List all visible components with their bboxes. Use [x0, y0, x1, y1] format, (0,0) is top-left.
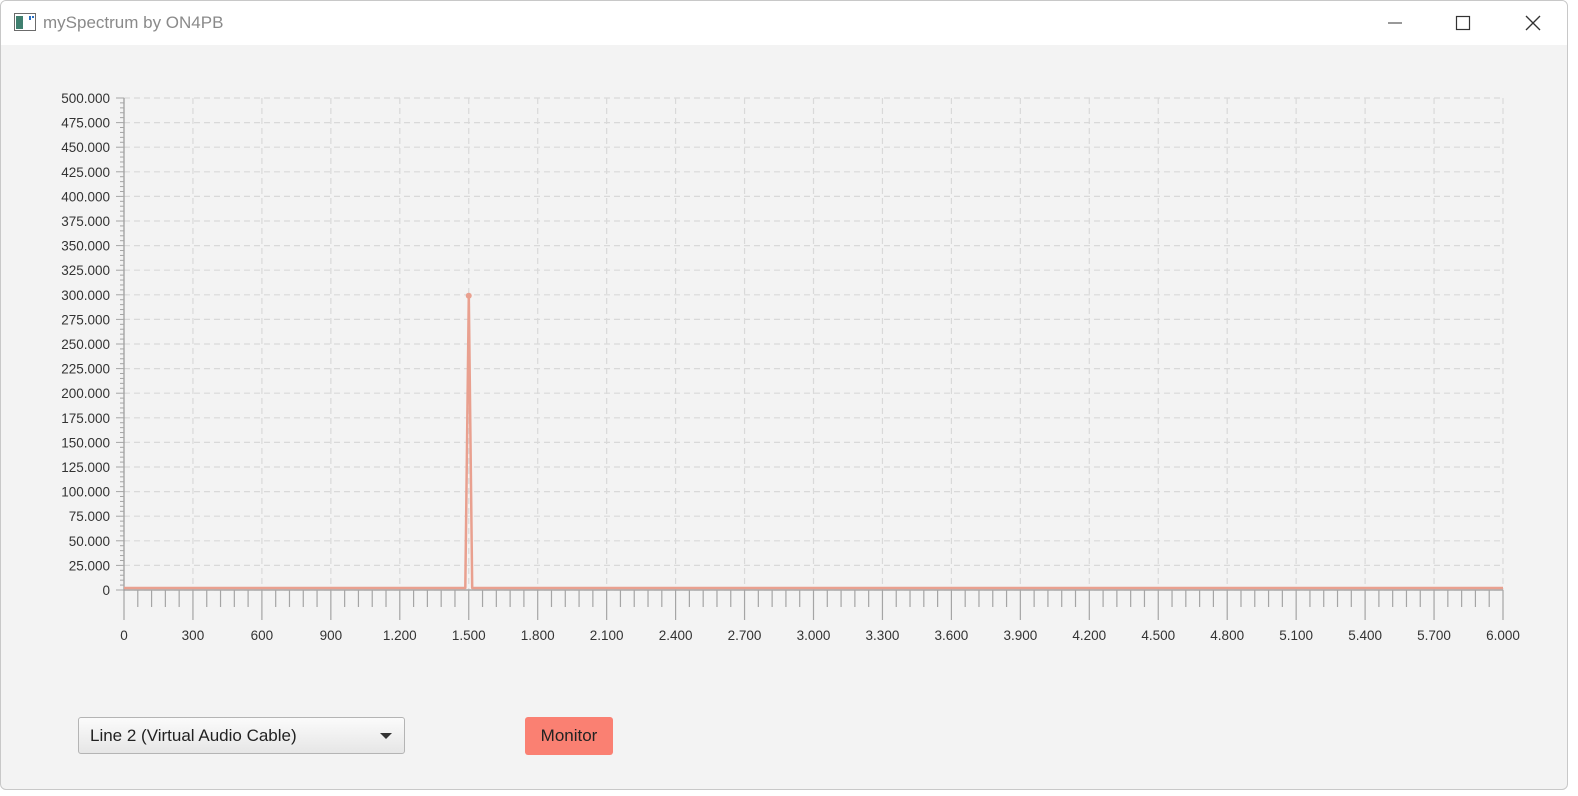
- x-tick-label: 1.200: [383, 628, 417, 643]
- x-tick-label: 900: [320, 628, 343, 643]
- y-tick-label: 0: [102, 583, 110, 598]
- x-tick-label: 600: [251, 628, 274, 643]
- x-tick-label: 1.800: [521, 628, 555, 643]
- y-tick-label: 375.000: [61, 214, 110, 229]
- maximize-button[interactable]: [1433, 1, 1493, 45]
- y-tick-label: 350.000: [61, 239, 110, 254]
- y-tick-label: 425.000: [61, 165, 110, 180]
- spectrum-chart: 0 25.000 50.000 75.000 100.000 125.000 150.000…: [61, 91, 1520, 643]
- x-tick-label: 2.100: [590, 628, 624, 643]
- x-tick-label: 3.600: [935, 628, 969, 643]
- close-icon: [1525, 15, 1541, 31]
- x-tick-label: 5.700: [1417, 628, 1451, 643]
- y-tick-label: 125.000: [61, 460, 110, 475]
- window-title: mySpectrum by ON4PB: [43, 13, 224, 32]
- x-tick-label: 4.200: [1072, 628, 1106, 643]
- x-tick-label: 0: [120, 628, 128, 643]
- minimize-icon: [1388, 22, 1402, 24]
- y-tick-label: 175.000: [61, 411, 110, 426]
- y-tick-label: 300.000: [61, 288, 110, 303]
- app-window: mySpectrum by ON4PB 0 25.000 50.000 75.000 1…: [0, 0, 1568, 790]
- y-tick-label: 500.000: [61, 91, 110, 106]
- x-tick-label: 6.000: [1486, 628, 1520, 643]
- y-tick-label: 250.000: [61, 337, 110, 352]
- x-tick-label: 300: [182, 628, 205, 643]
- y-tick-label: 25.000: [69, 558, 110, 573]
- y-tick-label: 50.000: [69, 534, 110, 549]
- x-tick-label: 5.400: [1348, 628, 1382, 643]
- y-tick-label: 400.000: [61, 189, 110, 204]
- y-tick-label: 450.000: [61, 140, 110, 155]
- chevron-down-icon: [380, 733, 392, 739]
- title-bar[interactable]: mySpectrum by ON4PB: [1, 1, 1567, 45]
- monitor-button[interactable]: Monitor: [525, 717, 613, 755]
- x-tick-label: 3.900: [1003, 628, 1037, 643]
- chart-grid: [123, 97, 1504, 591]
- chart-axes: 0 25.000 50.000 75.000 100.000 125.000 150.000…: [61, 91, 1520, 643]
- x-tick-label: 2.400: [659, 628, 693, 643]
- y-tick-label: 475.000: [61, 116, 110, 131]
- y-tick-label: 150.000: [61, 435, 110, 450]
- y-tick-label: 200.000: [61, 386, 110, 401]
- peak-point: [465, 292, 472, 299]
- audio-device-select[interactable]: Line 2 (Virtual Audio Cable): [78, 717, 405, 754]
- x-tick-label: 2.700: [728, 628, 762, 643]
- maximize-icon: [1455, 15, 1471, 31]
- x-tick-label: 3.000: [797, 628, 831, 643]
- y-tick-label: 325.000: [61, 263, 110, 278]
- audio-device-value: Line 2 (Virtual Audio Cable): [90, 725, 297, 745]
- x-tick-label: 4.800: [1210, 628, 1244, 643]
- app-icon: [14, 13, 36, 31]
- y-tick-label: 225.000: [61, 362, 110, 377]
- x-tick-label: 1.500: [452, 628, 486, 643]
- x-tick-label: 4.500: [1141, 628, 1175, 643]
- minimize-button[interactable]: [1365, 1, 1425, 45]
- x-tick-label: 5.100: [1279, 628, 1313, 643]
- y-tick-label: 275.000: [61, 312, 110, 327]
- x-tick-label: 3.300: [866, 628, 900, 643]
- y-tick-label: 75.000: [69, 509, 110, 524]
- y-tick-label: 100.000: [61, 485, 110, 500]
- close-button[interactable]: [1503, 1, 1563, 45]
